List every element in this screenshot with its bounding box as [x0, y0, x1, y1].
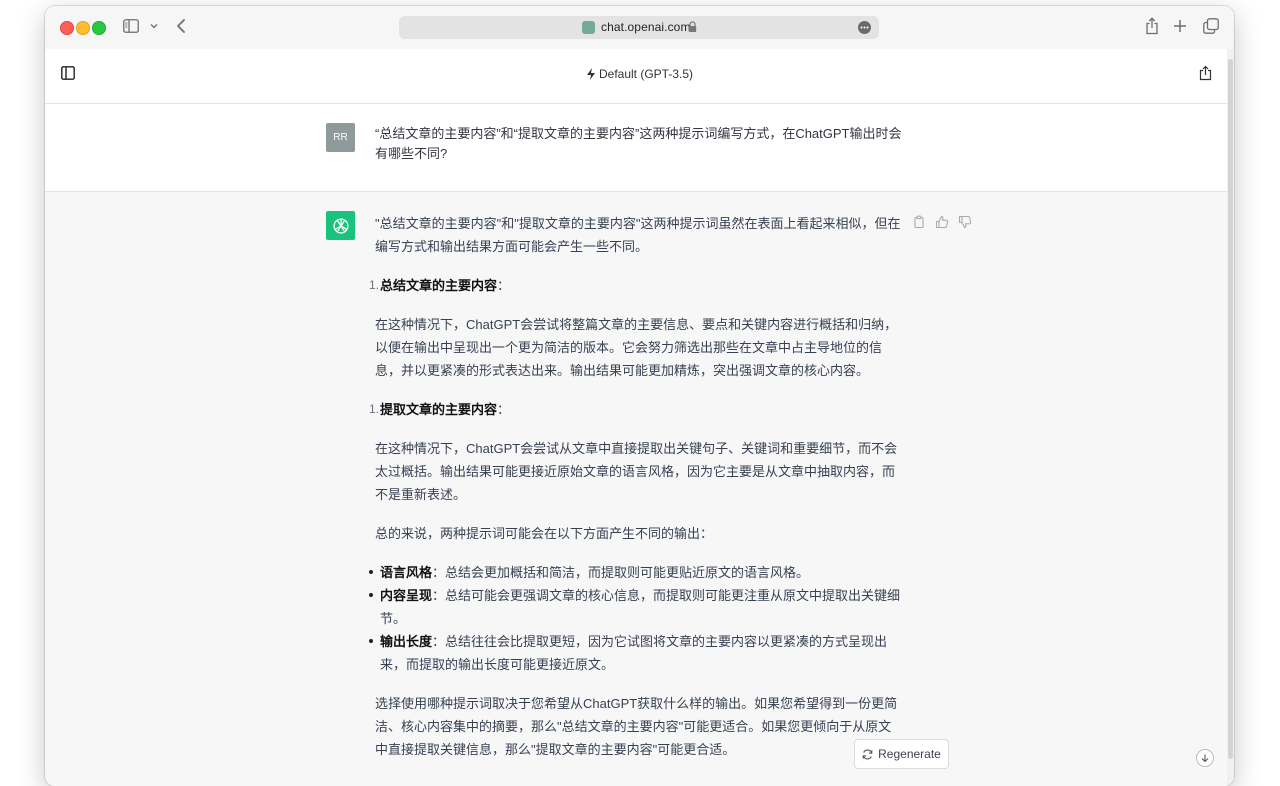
section-colon: ： — [497, 278, 511, 293]
browser-window: chat.openai.com Default (GPT-3.5) RR “总结… — [45, 6, 1234, 786]
section-title: 提取文章的主要内容 — [380, 402, 498, 417]
list-item: 输出长度：总结往往会比提取更短，因为它试图将文章的主要内容以更紧凑的方式呈现出来… — [369, 630, 903, 676]
tab-overview-icon[interactable] — [1203, 18, 1219, 34]
refresh-icon — [862, 749, 873, 759]
lightning-bolt-icon — [586, 68, 595, 80]
bullet-text: 总结会更加概括和简洁，而提取则可能更贴近原文的语言风格。 — [445, 565, 810, 580]
regenerate-button[interactable]: Regenerate — [854, 739, 949, 769]
scrollbar[interactable] — [1227, 49, 1234, 786]
bullet-sep: ： — [432, 565, 446, 580]
back-arrow-icon[interactable] — [175, 18, 187, 34]
user-avatar: RR — [326, 123, 355, 152]
list-item: 1. 总结文章的主要内容： — [369, 274, 903, 297]
model-label: Default (GPT-3.5) — [598, 67, 694, 81]
scroll-to-bottom-button[interactable] — [1196, 749, 1214, 767]
bullet-text: 总结可能会更强调文章的核心信息，而提取则可能更注重从原文中提取出关键细节。 — [380, 588, 901, 626]
chevron-down-icon[interactable] — [149, 20, 159, 32]
model-selector[interactable]: Default (GPT-3.5) — [45, 67, 1234, 81]
new-tab-icon[interactable] — [1173, 18, 1187, 34]
sidebar-toggle-icon[interactable] — [123, 19, 139, 33]
list-number: 1. — [369, 402, 380, 416]
lock-icon — [688, 21, 697, 32]
section-title: 总结文章的主要内容 — [380, 278, 498, 293]
share-chat-icon[interactable] — [1199, 65, 1212, 81]
section-body: 在这种情况下，ChatGPT会尝试将整篇文章的主要信息、要点和关键内容进行概括和… — [375, 317, 898, 378]
zoom-window-button[interactable] — [92, 21, 106, 35]
browser-toolbar: chat.openai.com — [45, 6, 1234, 49]
url-text: chat.openai.com — [601, 20, 691, 34]
thumbs-up-icon[interactable] — [935, 215, 949, 229]
list-number: 1. — [369, 278, 380, 292]
bullet-term: 内容呈现 — [380, 588, 433, 603]
assistant-message: "总结文章的主要内容"和"提取文章的主要内容"这两种提示词虽然在表面上看起来相似… — [45, 192, 1234, 786]
more-options-icon[interactable] — [858, 21, 871, 34]
list-item: 内容呈现：总结可能会更强调文章的核心信息，而提取则可能更注重从原文中提取出关键细… — [369, 584, 903, 630]
list-item: 语言风格：总结会更加概括和简洁，而提取则可能更贴近原文的语言风格。 — [369, 561, 903, 584]
copy-icon[interactable] — [912, 215, 926, 229]
bullet-term: 输出长度 — [380, 634, 433, 649]
assistant-message-body: "总结文章的主要内容"和"提取文章的主要内容"这两种提示词虽然在表面上看起来相似… — [369, 212, 903, 777]
bullet-sep: ： — [432, 634, 446, 649]
minimize-window-button[interactable] — [76, 21, 90, 35]
chatgpt-logo-icon — [326, 211, 355, 240]
message-actions — [912, 215, 972, 229]
user-message: RR “总结文章的主要内容”和“提取文章的主要内容”这两种提示词编写方式，在Ch… — [45, 104, 1234, 192]
close-window-button[interactable] — [60, 21, 74, 35]
arrow-down-icon — [1201, 754, 1209, 763]
summary-lead: 总的来说，两种提示词可能会在以下方面产生不同的输出： — [375, 526, 714, 541]
address-bar[interactable]: chat.openai.com — [399, 16, 879, 39]
bullet-text: 总结往往会比提取更短，因为它试图将文章的主要内容以更紧凑的方式呈现出来，而提取的… — [380, 634, 888, 672]
user-message-text: “总结文章的主要内容”和“提取文章的主要内容”这两种提示词编写方式，在ChatG… — [375, 126, 902, 161]
thumbs-down-icon[interactable] — [958, 215, 972, 229]
scrollbar-thumb[interactable] — [1228, 59, 1233, 759]
regenerate-label: Regenerate — [878, 747, 941, 761]
bullet-list: 语言风格：总结会更加概括和简洁，而提取则可能更贴近原文的语言风格。 内容呈现：总… — [369, 561, 903, 676]
assistant-conclusion: 选择使用哪种提示词取决于您希望从ChatGPT获取什么样的输出。如果您希望得到一… — [375, 696, 898, 757]
assistant-intro: "总结文章的主要内容"和"提取文章的主要内容"这两种提示词虽然在表面上看起来相似… — [375, 216, 901, 254]
section-body: 在这种情况下，ChatGPT会尝试从文章中直接提取出关键句子、关键词和重要细节，… — [375, 441, 898, 502]
list-item: 1. 提取文章的主要内容： — [369, 398, 903, 421]
section-colon: ： — [497, 402, 511, 417]
chat-header: Default (GPT-3.5) — [45, 49, 1234, 104]
bullet-term: 语言风格 — [380, 565, 433, 580]
bullet-sep: ： — [432, 588, 446, 603]
share-icon[interactable] — [1145, 17, 1159, 35]
site-favicon-icon — [582, 21, 595, 34]
